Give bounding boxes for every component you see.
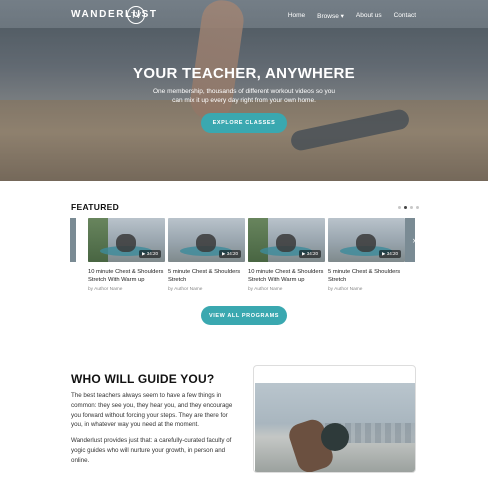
carousel-dot[interactable]	[416, 206, 419, 209]
program-author[interactable]: by Author Name	[168, 287, 245, 292]
thumb-person	[356, 234, 376, 252]
nav-home[interactable]: Home	[288, 12, 305, 20]
program-card[interactable]: ▶ 34:20 5 minute Chest & Shoulders Stret…	[168, 218, 245, 292]
program-card[interactable]: ▶ 34:20 10 minute Chest & Shoulders Stre…	[88, 218, 165, 292]
guide-paragraph-2: Wanderlust provides just that: a careful…	[71, 437, 232, 464]
program-title[interactable]: 10 minute Chest & Shoulders Stretch With…	[248, 268, 328, 284]
featured-heading: FEATURED	[71, 202, 120, 212]
program-author[interactable]: by Author Name	[248, 287, 325, 292]
thumb-trees	[248, 218, 268, 262]
program-author[interactable]: by Author Name	[328, 287, 405, 292]
program-thumbnail[interactable]: ▶ 34:20	[168, 218, 245, 262]
carousel-dots	[398, 206, 419, 209]
carousel-prev-chevron-icon[interactable]: ‹	[74, 232, 86, 248]
carousel-dot[interactable]	[398, 206, 401, 209]
guide-heading: WHO WILL GUIDE YOU?	[71, 372, 215, 386]
program-title[interactable]: 10 minute Chest & Shoulders Stretch With…	[88, 268, 168, 284]
top-nav: WANDERLUST TV Home Browse ▾ About us Con…	[0, 0, 488, 32]
carousel-dot[interactable]	[410, 206, 413, 209]
program-title[interactable]: 5 minute Chest & Shoulders Stretch	[328, 268, 408, 284]
carousel-next-chevron-icon[interactable]: ›	[408, 232, 420, 248]
program-card[interactable]: ▶ 34:20 10 minute Chest & Shoulders Stre…	[248, 218, 325, 292]
program-author[interactable]: by Author Name	[88, 287, 165, 292]
explore-classes-button[interactable]: EXPLORE CLASSES	[201, 113, 287, 133]
hero-title: YOUR TEACHER, ANYWHERE	[133, 65, 355, 82]
program-card[interactable]: ▶ 34:20 5 minute Chest & Shoulders Stret…	[328, 218, 405, 292]
duration-badge: ▶ 34:20	[299, 250, 321, 258]
program-title[interactable]: 5 minute Chest & Shoulders Stretch	[168, 268, 248, 284]
program-thumbnail[interactable]: ▶ 34:20	[328, 218, 405, 262]
nav-contact[interactable]: Contact	[394, 12, 416, 20]
thumb-trees	[88, 218, 108, 262]
hero-subtitle: One membership, thousands of different w…	[153, 88, 335, 104]
nav-links: Home Browse ▾ About us Contact	[288, 12, 416, 20]
nav-browse-dropdown[interactable]: Browse ▾	[317, 12, 344, 20]
hero-banner: WANDERLUST TV Home Browse ▾ About us Con…	[0, 0, 488, 181]
photo-acro-flyer	[321, 423, 349, 451]
brand-logo-tv-badge[interactable]: TV	[127, 6, 145, 24]
thumb-person	[276, 234, 296, 252]
thumb-person	[196, 234, 216, 252]
thumb-person	[116, 234, 136, 252]
nav-about-us[interactable]: About us	[356, 12, 382, 20]
duration-badge: ▶ 34:20	[379, 250, 401, 258]
featured-carousel: ▶ 34:20 10 minute Chest & Shoulders Stre…	[0, 218, 488, 298]
duration-badge: ▶ 34:20	[139, 250, 161, 258]
carousel-dot-active[interactable]	[404, 206, 407, 209]
view-all-programs-button[interactable]: VIEW ALL PROGRAMS	[201, 306, 287, 325]
guide-photo-image	[255, 383, 415, 472]
guide-paragraph-1: The best teachers always seem to have a …	[71, 392, 233, 429]
guide-photo	[253, 365, 416, 473]
duration-badge: ▶ 34:20	[219, 250, 241, 258]
program-thumbnail[interactable]: ▶ 34:20	[88, 218, 165, 262]
program-thumbnail[interactable]: ▶ 34:20	[248, 218, 325, 262]
